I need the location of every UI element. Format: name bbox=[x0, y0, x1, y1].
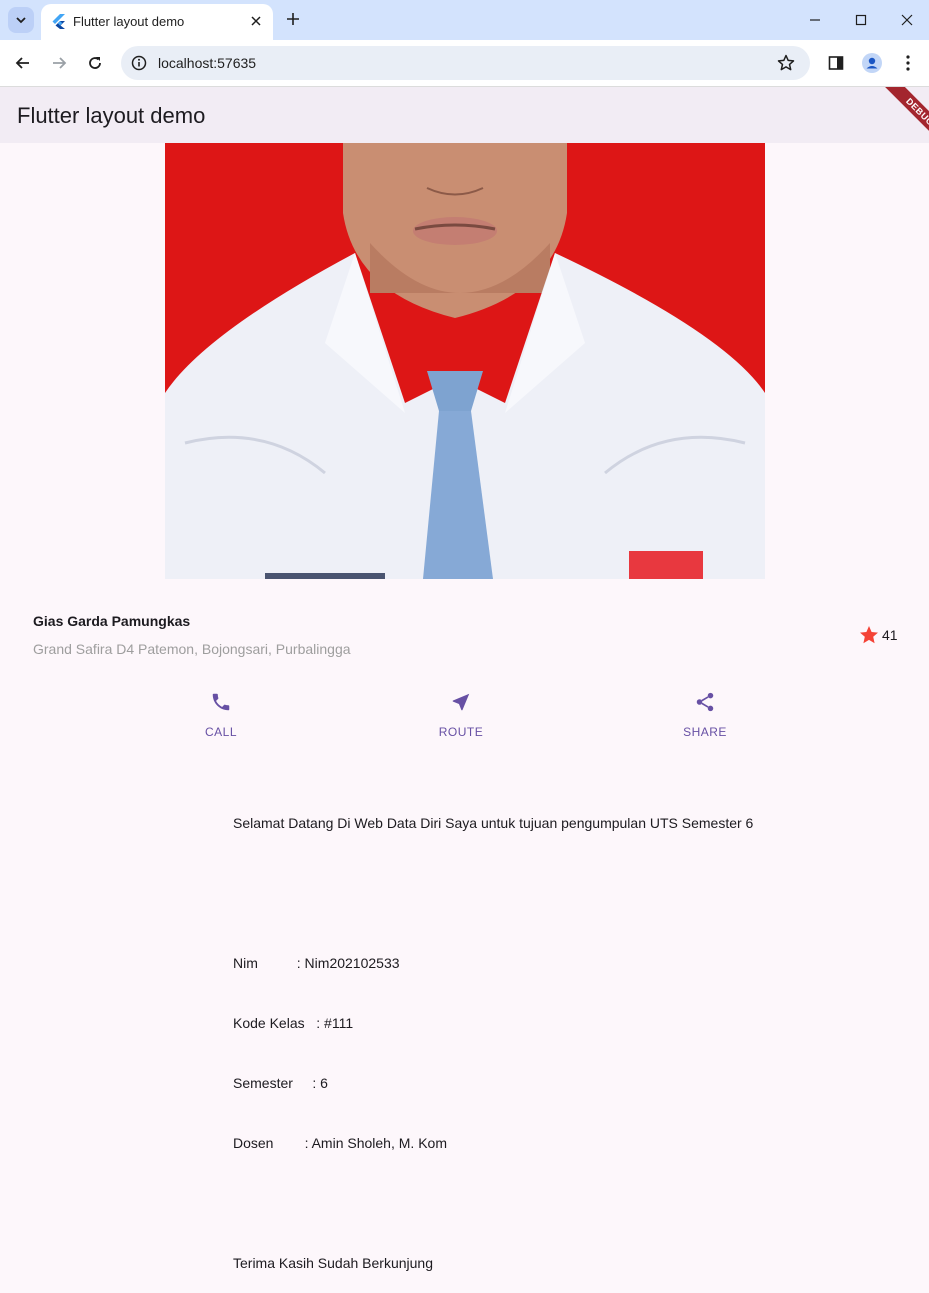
side-panel-button[interactable] bbox=[824, 51, 848, 75]
avatar-icon bbox=[862, 53, 882, 73]
rating[interactable]: 41 bbox=[859, 625, 898, 645]
near-me-icon bbox=[449, 690, 473, 714]
thanks-text: Terima Kasih Sudah Berkunjung bbox=[233, 1255, 434, 1271]
window-close-button[interactable] bbox=[895, 8, 919, 32]
close-icon bbox=[901, 14, 913, 26]
side-panel-icon bbox=[828, 56, 844, 70]
debug-banner: DEBUG bbox=[869, 87, 929, 147]
share-icon bbox=[693, 690, 717, 714]
site-info-icon[interactable] bbox=[131, 55, 147, 71]
rating-count: 41 bbox=[882, 627, 898, 643]
more-vert-icon bbox=[906, 55, 910, 71]
kode-kelas-line: Kode Kelas : #111 bbox=[233, 1015, 354, 1031]
portrait-image bbox=[165, 143, 765, 579]
plus-icon bbox=[287, 13, 299, 25]
dosen-line: Dosen : Amin Sholeh, M. Kom bbox=[233, 1135, 447, 1151]
maximize-icon bbox=[855, 14, 867, 26]
browser-toolbar: localhost:57635 bbox=[0, 40, 929, 87]
share-label: SHARE bbox=[683, 725, 727, 739]
tab-strip: Flutter layout demo bbox=[0, 0, 929, 40]
flutter-logo-icon bbox=[52, 14, 65, 29]
address-bar[interactable]: localhost:57635 bbox=[121, 46, 810, 80]
reload-button[interactable] bbox=[83, 51, 107, 75]
new-tab-button[interactable] bbox=[282, 8, 304, 30]
arrow-right-icon bbox=[53, 57, 67, 69]
profile-button[interactable] bbox=[860, 51, 884, 75]
profile-name: Gias Garda Pamungkas bbox=[33, 613, 191, 629]
arrow-left-icon bbox=[15, 57, 29, 69]
star-icon bbox=[860, 626, 878, 644]
menu-button[interactable] bbox=[896, 51, 920, 75]
profile-address: Grand Safira D4 Patemon, Bojongsari, Pur… bbox=[33, 641, 351, 657]
url-text: localhost:57635 bbox=[158, 55, 257, 71]
tab-search-button[interactable] bbox=[8, 7, 34, 33]
debug-label: DEBUG bbox=[883, 87, 929, 147]
reload-icon bbox=[89, 57, 101, 69]
phone-icon bbox=[209, 690, 233, 714]
description-section: Selamat Datang Di Web Data Diri Saya unt… bbox=[233, 773, 753, 1293]
bookmark-star-icon[interactable] bbox=[777, 54, 795, 72]
tab-title: Flutter layout demo bbox=[73, 14, 185, 29]
call-button[interactable]: CALL bbox=[181, 690, 261, 739]
welcome-text: Selamat Datang Di Web Data Diri Saya unt… bbox=[233, 815, 754, 831]
nim-line: Nim : Nim202102533 bbox=[233, 955, 400, 971]
close-icon bbox=[251, 16, 261, 26]
route-label: ROUTE bbox=[438, 725, 484, 739]
maximize-button[interactable] bbox=[849, 8, 873, 32]
chevron-down-icon bbox=[16, 17, 26, 24]
semester-line: Semester : 6 bbox=[233, 1075, 328, 1091]
route-button[interactable]: ROUTE bbox=[421, 690, 501, 739]
back-button[interactable] bbox=[11, 51, 35, 75]
call-label: CALL bbox=[204, 725, 238, 739]
minimize-icon bbox=[810, 19, 820, 21]
tab-close-button[interactable] bbox=[247, 12, 265, 30]
forward-button[interactable] bbox=[47, 51, 71, 75]
app-bar: Flutter layout demo bbox=[0, 87, 929, 143]
profile-photo bbox=[165, 143, 765, 579]
share-button[interactable]: SHARE bbox=[665, 690, 745, 739]
app-title: Flutter layout demo bbox=[17, 103, 206, 128]
minimize-button[interactable] bbox=[803, 8, 827, 32]
browser-chrome: Flutter layout demo localhost:57635 bbox=[0, 0, 929, 87]
browser-tab[interactable]: Flutter layout demo bbox=[41, 4, 273, 40]
